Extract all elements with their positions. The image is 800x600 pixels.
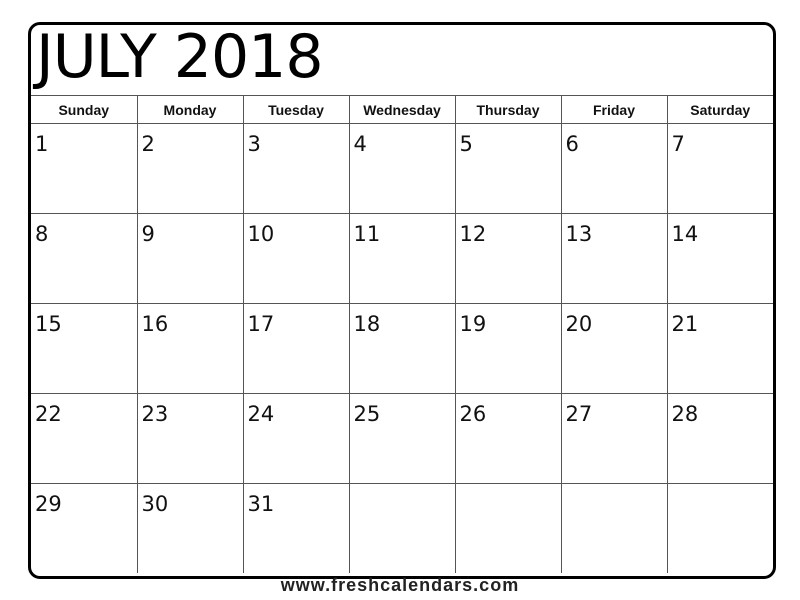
day-cell: 24 bbox=[242, 393, 350, 484]
day-number: 25 bbox=[353, 402, 381, 426]
day-cell: 9 bbox=[136, 213, 244, 304]
day-number: 2 bbox=[141, 132, 155, 156]
day-number: 19 bbox=[459, 312, 487, 336]
day-cell bbox=[454, 483, 562, 573]
day-cell: 1 bbox=[31, 123, 138, 214]
day-number: 20 bbox=[565, 312, 593, 336]
day-number: 7 bbox=[671, 132, 685, 156]
day-cell: 20 bbox=[560, 303, 668, 394]
day-number: 9 bbox=[141, 222, 155, 246]
day-number: 26 bbox=[459, 402, 487, 426]
weekday-thursday: Thursday bbox=[454, 95, 562, 124]
day-number: 17 bbox=[247, 312, 275, 336]
weekday-monday: Monday bbox=[136, 95, 244, 124]
day-cell: 23 bbox=[136, 393, 244, 484]
weekday-saturday: Saturday bbox=[666, 95, 773, 124]
day-cell: 12 bbox=[454, 213, 562, 304]
week-row: 22 23 24 25 26 27 28 bbox=[31, 393, 773, 484]
day-cell: 22 bbox=[31, 393, 138, 484]
day-cell: 11 bbox=[348, 213, 456, 304]
day-cell: 27 bbox=[560, 393, 668, 484]
day-cell: 14 bbox=[666, 213, 773, 304]
day-cell bbox=[348, 483, 456, 573]
day-number: 5 bbox=[459, 132, 473, 156]
day-cell: 16 bbox=[136, 303, 244, 394]
day-number: 15 bbox=[35, 312, 62, 336]
day-number: 28 bbox=[671, 402, 699, 426]
day-number: 3 bbox=[247, 132, 261, 156]
day-cell: 17 bbox=[242, 303, 350, 394]
day-cell: 2 bbox=[136, 123, 244, 214]
day-cell: 5 bbox=[454, 123, 562, 214]
day-number: 14 bbox=[671, 222, 699, 246]
day-cell: 28 bbox=[666, 393, 773, 484]
day-number: 13 bbox=[565, 222, 593, 246]
week-row: 29 30 31 bbox=[31, 483, 773, 573]
day-cell: 21 bbox=[666, 303, 773, 394]
day-cell: 29 bbox=[31, 483, 138, 573]
day-cell: 7 bbox=[666, 123, 773, 214]
day-cell bbox=[666, 483, 773, 573]
day-cell: 4 bbox=[348, 123, 456, 214]
day-number: 21 bbox=[671, 312, 699, 336]
weekday-sunday: Sunday bbox=[31, 95, 138, 124]
day-number: 29 bbox=[35, 492, 62, 516]
week-row: 8 9 10 11 12 13 14 bbox=[31, 213, 773, 304]
week-row: 15 16 17 18 19 20 21 bbox=[31, 303, 773, 394]
day-cell: 13 bbox=[560, 213, 668, 304]
calendar-grid: Sunday Monday Tuesday Wednesday Thursday Frid… bbox=[31, 95, 773, 573]
day-number: 6 bbox=[565, 132, 579, 156]
day-number: 22 bbox=[35, 402, 62, 426]
day-number: 30 bbox=[141, 492, 169, 516]
day-number: 8 bbox=[35, 222, 49, 246]
day-cell: 3 bbox=[242, 123, 350, 214]
weekday-header-row: Sunday Monday Tuesday Wednesday Thursday Frid… bbox=[31, 95, 773, 124]
day-number: 27 bbox=[565, 402, 593, 426]
day-number: 31 bbox=[247, 492, 275, 516]
day-cell: 31 bbox=[242, 483, 350, 573]
day-cell: 8 bbox=[31, 213, 138, 304]
calendar-title: JULY 2018 bbox=[36, 22, 323, 92]
day-number: 11 bbox=[353, 222, 381, 246]
day-cell: 19 bbox=[454, 303, 562, 394]
day-cell bbox=[560, 483, 668, 573]
day-number: 12 bbox=[459, 222, 487, 246]
day-number: 10 bbox=[247, 222, 275, 246]
week-row: 1 2 3 4 5 6 7 bbox=[31, 123, 773, 214]
day-number: 24 bbox=[247, 402, 275, 426]
day-cell: 6 bbox=[560, 123, 668, 214]
day-number: 16 bbox=[141, 312, 169, 336]
day-number: 18 bbox=[353, 312, 381, 336]
weekday-wednesday: Wednesday bbox=[348, 95, 456, 124]
website-footer: www.freshcalendars.com bbox=[280, 575, 520, 595]
day-cell: 30 bbox=[136, 483, 244, 573]
day-cell: 25 bbox=[348, 393, 456, 484]
day-number: 4 bbox=[353, 132, 367, 156]
day-number: 23 bbox=[141, 402, 169, 426]
weekday-tuesday: Tuesday bbox=[242, 95, 350, 124]
day-number: 1 bbox=[35, 132, 49, 156]
day-cell: 18 bbox=[348, 303, 456, 394]
day-cell: 15 bbox=[31, 303, 138, 394]
day-cell: 10 bbox=[242, 213, 350, 304]
day-cell: 26 bbox=[454, 393, 562, 484]
weekday-friday: Friday bbox=[560, 95, 668, 124]
